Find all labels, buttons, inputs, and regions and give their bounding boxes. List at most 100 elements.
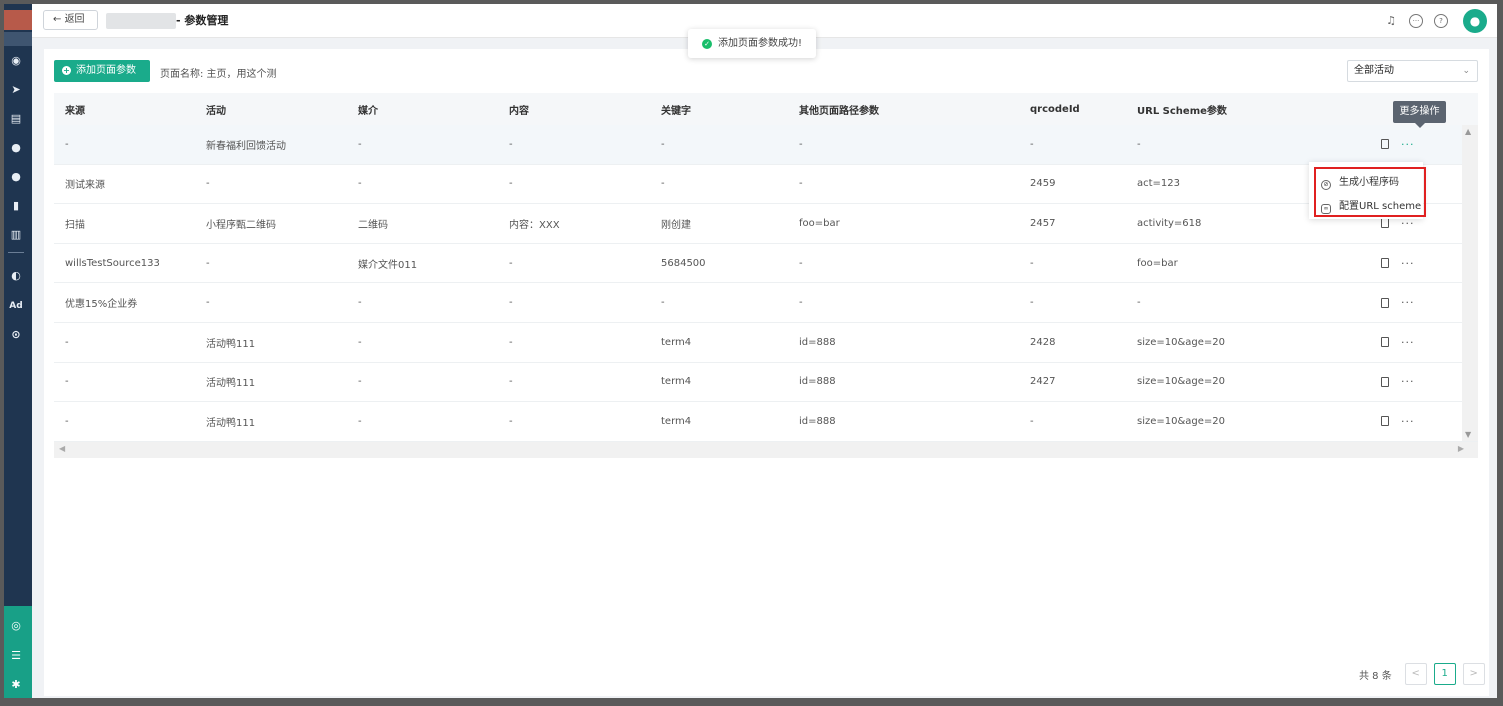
cell-activity: 小程序甄二维码 bbox=[206, 219, 276, 231]
table-row: - 活动鸭111 - - term4 id=888 - size=10&age=20 ··· bbox=[54, 402, 1478, 442]
next-page-button[interactable]: > bbox=[1462, 663, 1485, 685]
horizontal-scrollbar[interactable]: ◀ ▶ bbox=[54, 441, 1478, 458]
cell-keyword: term4 bbox=[661, 376, 692, 388]
cell-keyword: 5684500 bbox=[661, 257, 706, 269]
message-icon[interactable]: ··· bbox=[1409, 14, 1423, 28]
copy-icon[interactable] bbox=[1381, 258, 1389, 269]
settings-icon[interactable]: ✱ bbox=[9, 678, 23, 692]
vertical-scrollbar[interactable]: ▲ ▼ bbox=[1462, 125, 1478, 441]
col-activity: 活动 bbox=[206, 105, 226, 117]
cell-content: - bbox=[509, 178, 513, 190]
activity-filter-value: 全部活动 bbox=[1354, 65, 1394, 76]
cell-keyword: term4 bbox=[661, 415, 692, 427]
cell-keyword: 刚创建 bbox=[661, 219, 691, 231]
brand-logo bbox=[4, 10, 32, 30]
copy-icon[interactable] bbox=[1381, 337, 1389, 348]
server-icon[interactable]: ☰ bbox=[9, 649, 23, 663]
table-row: 测试来源-----2459act=123··· bbox=[54, 165, 1478, 205]
cell-content: - bbox=[509, 297, 513, 309]
cell-activity: 新春福利回馈活动 bbox=[206, 140, 286, 152]
add-page-param-button[interactable]: + 添加页面参数 bbox=[54, 60, 150, 82]
avatar[interactable]: ● bbox=[1463, 9, 1487, 33]
cell-activity: - bbox=[206, 257, 210, 269]
cell-source: willsTestSource133 bbox=[65, 257, 160, 269]
cell-other-path-params: - bbox=[799, 178, 803, 190]
app-frame: ◉ ➤ ▤ ● ● ▮ ▥ ◐ Ad ⊙ ◎ ☰ ✱ ← 返回 - 参数管理 ♫… bbox=[4, 4, 1497, 698]
page-number-button[interactable]: 1 bbox=[1433, 663, 1456, 685]
table-row: 扫描 小程序甄二维码 二维码 内容：XXX 刚创建 foo=bar 2457 activity… bbox=[54, 204, 1478, 244]
cell-source: - bbox=[65, 336, 69, 348]
col-source: 来源 bbox=[65, 105, 85, 117]
cell-url-scheme: size=10&age=20 bbox=[1137, 376, 1226, 388]
side-nav: ◉ ➤ ▤ ● ● ▮ ▥ ◐ Ad ⊙ ◎ ☰ ✱ bbox=[4, 4, 32, 698]
prev-page-button[interactable]: < bbox=[1404, 663, 1427, 685]
copy-icon[interactable] bbox=[1381, 416, 1389, 427]
cell-content: - bbox=[509, 415, 513, 427]
scroll-up-icon[interactable]: ▲ bbox=[1465, 127, 1471, 136]
cell-keyword: term4 bbox=[661, 336, 692, 348]
cell-activity: 活动鸭111 bbox=[206, 378, 256, 390]
more-actions-icon[interactable]: ··· bbox=[1401, 296, 1415, 309]
copy-icon[interactable] bbox=[1381, 139, 1389, 150]
bell-icon[interactable]: ♫ bbox=[1384, 14, 1398, 28]
more-actions-icon[interactable]: ··· bbox=[1401, 415, 1415, 428]
activity-filter-select[interactable]: 全部活动 ⌄ bbox=[1347, 60, 1478, 82]
copy-icon[interactable] bbox=[1381, 376, 1389, 387]
cell-qrcode-id: 2428 bbox=[1030, 336, 1056, 348]
back-button[interactable]: ← 返回 bbox=[43, 10, 98, 30]
dashboard-icon[interactable]: ◉ bbox=[9, 54, 23, 68]
copy-icon[interactable] bbox=[1381, 218, 1389, 229]
col-url-scheme: URL Scheme参数 bbox=[1137, 105, 1227, 117]
total-count: 共 8 条 bbox=[1359, 670, 1392, 682]
cell-url-scheme: size=10&age=20 bbox=[1137, 415, 1226, 427]
table-body: -新春福利回馈活动------···测试来源-----2459act=123··… bbox=[54, 125, 1478, 442]
more-actions-icon[interactable]: ··· bbox=[1401, 138, 1415, 151]
pagination: 共 8 条 < 1 > bbox=[1359, 663, 1485, 685]
bookmark-icon[interactable]: ▮ bbox=[9, 199, 23, 213]
cell-content: - bbox=[509, 336, 513, 348]
scroll-left-icon[interactable]: ◀ bbox=[59, 444, 65, 453]
table-row: willsTestSource133 - 媒介文件011 - 5684500 - - foo=… bbox=[54, 244, 1478, 284]
help-icon[interactable]: ? bbox=[1434, 14, 1448, 28]
ad-icon[interactable]: Ad bbox=[9, 299, 23, 313]
scroll-down-icon[interactable]: ▼ bbox=[1465, 430, 1471, 439]
more-actions-icon[interactable]: ··· bbox=[1401, 257, 1415, 270]
cell-source: - bbox=[65, 376, 69, 388]
cell-content: - bbox=[509, 376, 513, 388]
wechat-icon[interactable]: ◐ bbox=[9, 269, 23, 283]
cell-source: - bbox=[65, 415, 69, 427]
cell-qrcode-id: 2457 bbox=[1030, 217, 1056, 229]
scroll-right-icon[interactable]: ▶ bbox=[1458, 444, 1464, 453]
cell-other-path-params: id=888 bbox=[799, 336, 836, 348]
cell-medium: - bbox=[358, 415, 362, 427]
top-right-icons: ♫ ··· ? ● bbox=[1384, 8, 1487, 34]
users-icon[interactable]: ● bbox=[9, 170, 23, 184]
cell-activity: 活动鸭111 bbox=[206, 417, 256, 429]
cell-activity: - bbox=[206, 178, 210, 190]
cell-other-path-params: - bbox=[799, 138, 803, 150]
cell-medium: - bbox=[358, 336, 362, 348]
cell-other-path-params: - bbox=[799, 257, 803, 269]
nav-bottom-group: ◎ ☰ ✱ bbox=[4, 606, 32, 698]
cell-keyword: - bbox=[661, 138, 665, 150]
cell-activity: - bbox=[206, 297, 210, 309]
more-actions-icon[interactable]: ··· bbox=[1401, 336, 1415, 349]
target-icon[interactable]: ⊙ bbox=[9, 328, 23, 342]
cell-url-scheme: activity=618 bbox=[1137, 217, 1202, 229]
cell-qrcode-id: - bbox=[1030, 138, 1034, 150]
page-name-label: 页面名称: 主页，用这个测 bbox=[160, 69, 277, 80]
user-icon[interactable]: ● bbox=[9, 141, 23, 155]
check-icon: ✓ bbox=[702, 39, 712, 49]
send-icon[interactable]: ➤ bbox=[9, 83, 23, 97]
table-row: 优惠15%企业券 - - - - - - - ··· bbox=[54, 283, 1478, 323]
cell-qrcode-id: - bbox=[1030, 297, 1034, 309]
more-actions-icon[interactable]: ··· bbox=[1401, 375, 1415, 388]
chart-icon[interactable]: ▥ bbox=[9, 228, 23, 242]
layout-icon[interactable]: ▤ bbox=[9, 112, 23, 126]
cell-medium: - bbox=[358, 376, 362, 388]
brain-icon[interactable]: ◎ bbox=[9, 619, 23, 633]
copy-icon[interactable] bbox=[1381, 297, 1389, 308]
cell-url-scheme: foo=bar bbox=[1137, 257, 1178, 269]
toast-message: 添加页面参数成功! bbox=[718, 38, 803, 49]
cell-source: 优惠15%企业券 bbox=[65, 299, 138, 311]
